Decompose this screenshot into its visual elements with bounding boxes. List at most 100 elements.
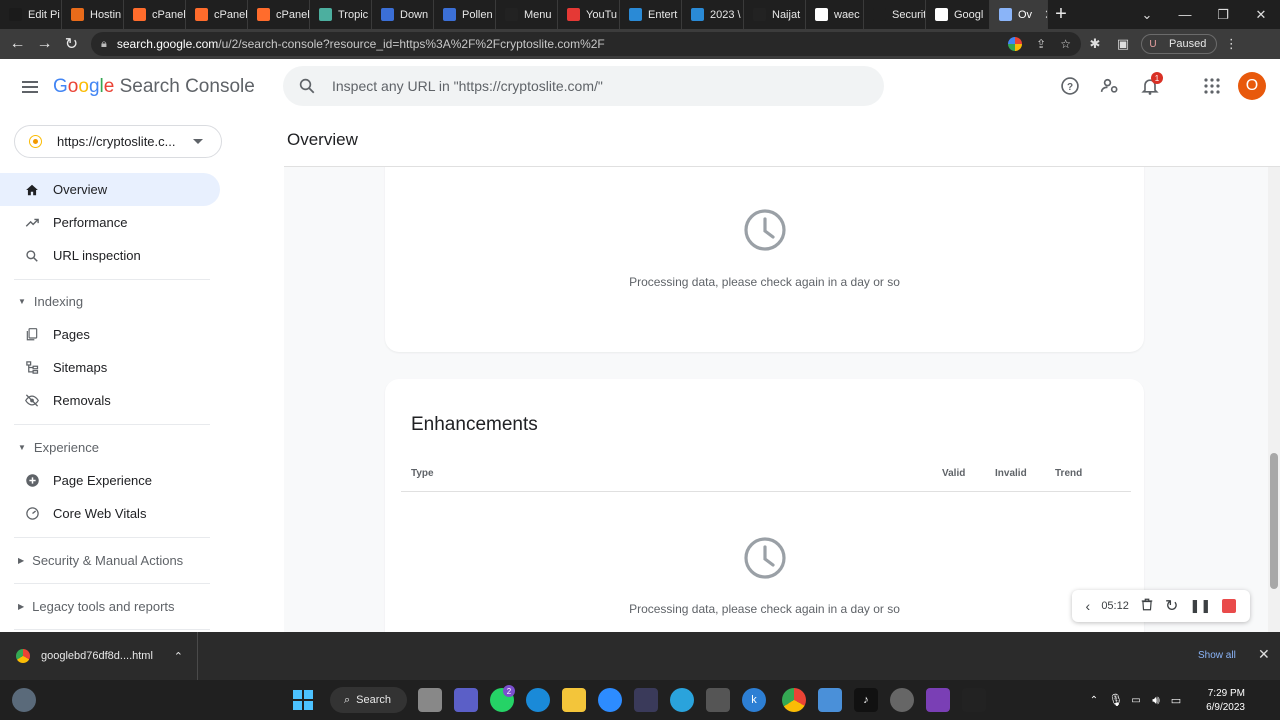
visual-studio-icon[interactable]	[926, 688, 950, 712]
minimize-button[interactable]: —	[1166, 7, 1204, 22]
show-all-downloads-link[interactable]: Show all	[1198, 650, 1236, 661]
address-bar[interactable]: 🔒︎ search.google.com /u/2/search-console…	[91, 32, 1081, 56]
settings-gear-icon[interactable]	[890, 688, 914, 712]
tab-search-icon[interactable]: ⌄	[1128, 7, 1166, 23]
sidebar-item-overview[interactable]: Overview	[0, 173, 220, 206]
back-button[interactable]: ←	[4, 29, 31, 59]
sidebar-section-legacy[interactable]: ▶ Legacy tools and reports	[0, 593, 220, 619]
browser-tab[interactable]: Menu	[496, 0, 558, 29]
search-placeholder[interactable]: Inspect any URL in "https://cryptoslite.…	[332, 78, 603, 94]
profile-chip[interactable]: U Paused	[1141, 34, 1218, 54]
k-app-icon[interactable]: k	[742, 688, 766, 712]
sidebar-label: Page Experience	[53, 473, 153, 488]
main-menu-icon[interactable]	[14, 73, 46, 101]
scrollbar-thumb[interactable]	[1270, 453, 1278, 589]
sidebar-divider	[14, 629, 210, 630]
file-explorer-icon[interactable]	[562, 688, 586, 712]
screen-capture-icon[interactable]	[634, 688, 658, 712]
download-item[interactable]: googlebd76df8d....html ⌃	[0, 632, 198, 680]
add-circle-icon	[24, 473, 40, 489]
taskbar-time[interactable]: 7:29 PM	[1197, 688, 1245, 699]
column-header-type: Type	[411, 468, 434, 479]
browser-tab[interactable]: 2023 \	[682, 0, 744, 29]
chrome-taskbar-icon[interactable]	[782, 688, 806, 712]
browser-tab[interactable]: Ov✕	[990, 0, 1048, 29]
close-download-shelf-button[interactable]: ✕	[1258, 646, 1270, 663]
battery-icon[interactable]: ▭	[1164, 688, 1188, 712]
browser-tab[interactable]: waec	[806, 0, 864, 29]
pause-icon[interactable]: ❚❚	[1190, 598, 1212, 614]
account-avatar[interactable]: O	[1238, 72, 1266, 100]
browser-tab[interactable]: Googl	[926, 0, 990, 29]
browser-tab[interactable]: Pollen	[434, 0, 496, 29]
store-icon[interactable]	[706, 688, 730, 712]
new-tab-button[interactable]: +	[1048, 0, 1074, 29]
browser-tab[interactable]: cPanel	[248, 0, 310, 29]
sidebar-item-url-inspection[interactable]: URL inspection	[0, 239, 220, 272]
side-panel-icon[interactable]: ▣	[1109, 29, 1137, 59]
chevron-up-icon[interactable]: ⌃	[174, 650, 183, 663]
trash-icon[interactable]	[1140, 597, 1154, 615]
taskbar-search[interactable]: ⌕ Search	[330, 687, 407, 713]
maximize-button[interactable]: ❐	[1204, 7, 1242, 23]
browser-tab[interactable]: Security er	[864, 0, 926, 29]
lock-icon[interactable]: 🔒︎	[101, 38, 107, 51]
sidebar-section-indexing[interactable]: ▼ Indexing	[0, 288, 220, 314]
help-icon[interactable]: ?	[1053, 69, 1087, 103]
manage-users-icon[interactable]	[1093, 69, 1127, 103]
browser-tab[interactable]: Down	[372, 0, 434, 29]
sidebar-section-experience[interactable]: ▼ Experience	[0, 434, 220, 460]
close-window-button[interactable]: ✕	[1242, 7, 1280, 23]
sidebar-item-sitemaps[interactable]: Sitemaps	[0, 351, 220, 384]
chevron-left-icon[interactable]: ‹	[1086, 598, 1091, 614]
property-selector[interactable]: https://cryptoslite.c...	[14, 125, 222, 158]
svg-text:?: ?	[1067, 82, 1073, 93]
browser-menu-icon[interactable]: ⋮	[1217, 29, 1245, 59]
google-lens-icon[interactable]	[1008, 37, 1023, 51]
extensions-puzzle-icon[interactable]: ✱	[1081, 29, 1109, 59]
property-status-icon	[29, 135, 42, 148]
sidebar-item-performance[interactable]: Performance	[0, 206, 220, 239]
browser-tab[interactable]: Hostin	[62, 0, 124, 29]
telegram-icon[interactable]	[670, 688, 694, 712]
sidebar-item-removals[interactable]: Removals	[0, 384, 220, 417]
notepad-icon[interactable]	[818, 688, 842, 712]
browser-tab[interactable]: Tropic	[310, 0, 372, 29]
tiktok-icon[interactable]: ♪	[854, 688, 878, 712]
browser-tab[interactable]: YouTu	[558, 0, 620, 29]
blank-icon	[873, 8, 886, 21]
browser-tab[interactable]: Entert	[620, 0, 682, 29]
sidebar-section-security[interactable]: ▶ Security & Manual Actions	[0, 547, 220, 573]
sidebar-item-page-experience[interactable]: Page Experience	[0, 464, 220, 497]
taskbar-date[interactable]: 6/9/2023	[1197, 702, 1245, 713]
share-icon[interactable]: ⇪	[1036, 37, 1046, 51]
sidebar-item-pages[interactable]: Pages	[0, 318, 220, 351]
restart-icon[interactable]: ↻	[1165, 596, 1178, 616]
url-inspect-search[interactable]: Inspect any URL in "https://cryptoslite.…	[283, 66, 884, 106]
home-icon	[24, 182, 40, 198]
stop-recording-button[interactable]	[1222, 599, 1237, 613]
weather-widget-icon[interactable]	[12, 688, 36, 712]
task-view-icon[interactable]	[418, 688, 442, 712]
teams-chat-icon[interactable]	[454, 688, 478, 712]
tropic-icon	[319, 8, 332, 21]
bookmark-star-icon[interactable]: ☆	[1060, 37, 1071, 51]
show-hidden-icons-chevron[interactable]: ⌃	[1082, 688, 1106, 712]
overview-chart-card: Processing data, please check again in a…	[385, 167, 1144, 352]
zoom-icon[interactable]	[598, 688, 622, 712]
download-site-icon	[381, 8, 394, 21]
pen-app-icon[interactable]	[962, 688, 986, 712]
browser-tab[interactable]: cPanel	[124, 0, 186, 29]
reload-button[interactable]: ↻	[58, 29, 85, 59]
browser-tab[interactable]: Edit Pi	[0, 0, 62, 29]
windows-taskbar: ⌕ Search 2 k ♪ ⌃ 🎙︎ ▭ 🔊︎ ▭ 7:29 PM 6/9/2…	[0, 680, 1280, 720]
edge-browser-icon[interactable]	[526, 688, 550, 712]
windows-start-icon[interactable]	[291, 688, 315, 712]
forward-button[interactable]: →	[31, 29, 58, 59]
visibility-off-icon	[24, 393, 40, 409]
sidebar-item-core-web-vitals[interactable]: Core Web Vitals	[0, 497, 220, 530]
browser-tab[interactable]: cPanel	[186, 0, 248, 29]
apps-grid-icon[interactable]	[1195, 69, 1229, 103]
search-console-logo[interactable]: Google Search Console	[53, 76, 255, 98]
browser-tab[interactable]: Naijat	[744, 0, 806, 29]
